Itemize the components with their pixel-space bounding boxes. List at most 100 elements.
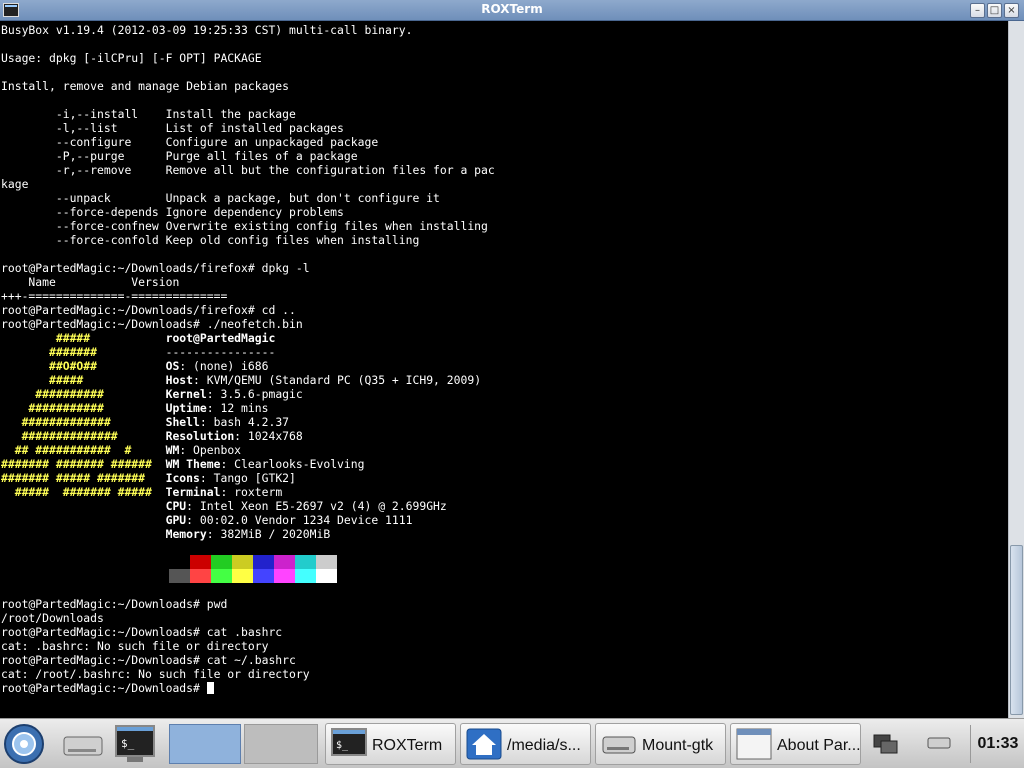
task-roxterm[interactable]: $_ ROXTerm (325, 723, 456, 765)
neofetch-value: : (none) i686 (179, 359, 269, 373)
neofetch-logo: ####### ####### ###### (1, 457, 166, 471)
neofetch-value: : 382MiB / 2020MiB (206, 527, 331, 541)
home-folder-icon (466, 728, 502, 760)
task-about-partedmagic[interactable]: About Par... (730, 723, 861, 765)
neofetch-line: ####### ##### ####### Icons: Tango [GTK2… (1, 471, 495, 485)
neofetch-value: : KVM/QEMU (Standard PC (Q35 + ICH9, 200… (193, 373, 482, 387)
terminal-line: cat: /root/.bashrc: No such file or dire… (1, 667, 310, 681)
terminal-line: +++-==============-============== (1, 289, 228, 303)
terminal-line: root@PartedMagic:~/Downloads# ./neofetch… (1, 317, 303, 331)
neofetch-key: OS (165, 359, 180, 373)
palette-swatch (211, 569, 232, 583)
terminal-line: /root/Downloads (1, 611, 104, 625)
neofetch-key: Resolution (165, 429, 235, 443)
drive-icon (602, 736, 636, 754)
terminal-line: --force-depends Ignore dependency proble… (1, 205, 344, 219)
terminal-line: Install, remove and manage Debian packag… (1, 79, 290, 93)
task-media-folder[interactable]: /media/s... (460, 723, 591, 765)
neofetch-key: CPU (165, 499, 187, 513)
terminal-line: root@PartedMagic:~/Downloads# cat .bashr… (1, 625, 283, 639)
neofetch-line: Memory: 382MiB / 2020MiB (1, 527, 495, 541)
terminal-text: BusyBox v1.19.4 (2012-03-09 19:25:33 CST… (1, 23, 495, 695)
network-tray-icon[interactable] (872, 731, 900, 757)
neofetch-logo: ####### (1, 345, 166, 359)
neofetch-logo: ########## (1, 387, 166, 401)
terminal-line: root@PartedMagic:~/Downloads/firefox# dp… (1, 261, 310, 275)
neofetch-line: ## ########### # WM: Openbox (1, 443, 495, 457)
task-label: ROXTerm (372, 737, 443, 754)
task-mount-gtk[interactable]: Mount-gtk (595, 723, 726, 765)
neofetch-line (1, 541, 495, 555)
neofetch-key: Memory (165, 527, 207, 541)
maximize-button[interactable]: □ (987, 3, 1002, 18)
neofetch-logo: ##### ####### ##### (1, 485, 166, 499)
terminal-line: root@PartedMagic:~/Downloads# pwd (1, 597, 228, 611)
palette-swatch (232, 569, 253, 583)
title-bar[interactable]: ROXTerm – □ × (0, 0, 1024, 21)
palette-swatch (253, 569, 274, 583)
neofetch-line: ########## Kernel: 3.5.6-pmagic (1, 387, 495, 401)
neofetch-line: ##### ####### ##### Terminal: roxterm (1, 485, 495, 499)
neofetch-value: : 12 mins (206, 401, 269, 415)
hard-drive-icon[interactable] (60, 723, 104, 765)
palette-swatch (253, 555, 274, 569)
terminal-line: -P,--purge Purge all files of a package (1, 149, 358, 163)
close-button[interactable]: × (1004, 3, 1019, 18)
terminal-line: -r,--remove Remove all but the configura… (1, 163, 495, 177)
neofetch-line: ############# Shell: bash 4.2.37 (1, 415, 495, 429)
start-menu-icon[interactable] (2, 723, 46, 765)
neofetch-key: Host (165, 373, 194, 387)
terminal-line: -l,--list List of installed packages (1, 121, 344, 135)
storage-tray-icon[interactable] (926, 733, 952, 753)
neofetch-key: Icons (165, 471, 200, 485)
terminal-launcher-icon[interactable]: $_ (113, 723, 157, 765)
scrollbar-thumb[interactable] (1010, 545, 1023, 715)
neofetch-value: : Openbox (179, 443, 242, 457)
neofetch-logo: ##O#O## (1, 359, 166, 373)
neofetch-value: : 00:02.0 Vendor 1234 Device 1111 (186, 513, 413, 527)
palette-swatch (274, 555, 295, 569)
neofetch-key: Kernel (165, 387, 207, 401)
prompt-line: root@PartedMagic:~/Downloads# (1, 681, 495, 695)
neofetch-value: : Intel Xeon E5-2697 v2 (4) @ 2.699GHz (186, 499, 447, 513)
terminal-line: --unpack Unpack a package, but don't con… (1, 191, 440, 205)
palette-swatch (316, 555, 337, 569)
palette-swatch (316, 569, 337, 583)
task-label: Mount-gtk (642, 737, 714, 754)
desktop-pager-2[interactable] (244, 724, 318, 764)
desktop-pager-1[interactable] (169, 724, 241, 764)
neofetch-line: ########### Uptime: 12 mins (1, 401, 495, 415)
text-cursor (206, 682, 214, 694)
neofetch-value: : 1024x768 (234, 429, 303, 443)
minimize-button[interactable]: – (970, 3, 985, 18)
clock[interactable]: 01:33 (974, 723, 1022, 765)
neofetch-line: ##### Host: KVM/QEMU (Standard PC (Q35 +… (1, 373, 495, 387)
palette-swatch (169, 555, 190, 569)
neofetch-value: : 3.5.6-pmagic (206, 387, 303, 401)
neofetch-logo: ## ########### # (1, 443, 166, 457)
terminal-line: cat: .bashrc: No such file or directory (1, 639, 269, 653)
palette-swatch (232, 555, 253, 569)
neofetch-key: Terminal (165, 485, 221, 499)
neofetch-key: WM (165, 443, 180, 457)
neofetch-value: : Tango [GTK2] (199, 471, 296, 485)
palette-swatch (190, 555, 211, 569)
neofetch-line: ##O#O## OS: (none) i686 (1, 359, 495, 373)
window-icon (736, 728, 772, 760)
terminal-line: root@PartedMagic:~/Downloads# cat ~/.bas… (1, 653, 296, 667)
neofetch-key: WM Theme (165, 457, 221, 471)
terminal-output[interactable]: BusyBox v1.19.4 (2012-03-09 19:25:33 CST… (0, 21, 1008, 718)
vertical-scrollbar[interactable] (1008, 21, 1024, 718)
neofetch-logo: ############# (1, 415, 166, 429)
neofetch-logo: ####### ##### ####### (1, 471, 166, 485)
window-title: ROXTerm (481, 2, 543, 16)
